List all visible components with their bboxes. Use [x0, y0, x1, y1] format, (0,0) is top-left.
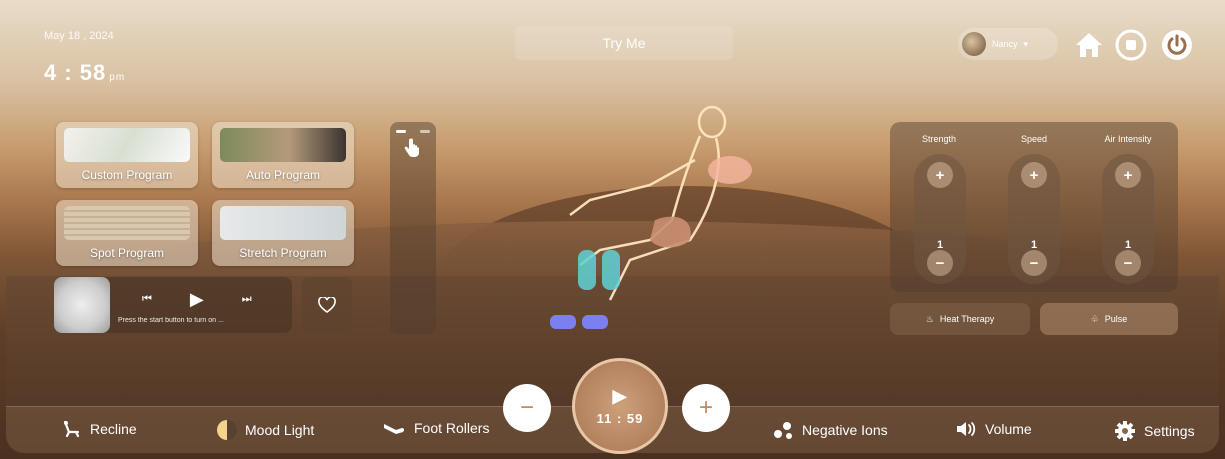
settings-label: Settings: [1144, 423, 1195, 439]
chevron-down-icon: ▾: [1023, 38, 1029, 49]
auto-program-label: Auto Program: [245, 168, 321, 182]
negative-ions-button[interactable]: Negative Ions: [772, 420, 888, 440]
pulse-label: Pulse: [1104, 314, 1128, 324]
auto-program-image: [220, 128, 346, 162]
slider-marker-left: [396, 130, 406, 133]
pulse-icon: ♧: [1090, 313, 1099, 324]
strength-increase-button[interactable]: +: [927, 162, 953, 188]
next-track-button[interactable]: ⏭: [242, 293, 252, 306]
user-selector[interactable]: Nancy ▾: [958, 28, 1058, 60]
heat-therapy-button[interactable]: ♨ Heat Therapy: [890, 303, 1030, 335]
mood-light-label: Mood Light: [245, 422, 315, 438]
spot-program-image: [64, 206, 190, 240]
clock-time: 4 : 58: [44, 60, 107, 85]
position-slider[interactable]: [390, 122, 436, 334]
player-status-text: Press the start button to turn on ...: [118, 317, 224, 324]
strength-control: + 1 −: [914, 154, 966, 284]
stop-icon: [1115, 29, 1147, 61]
mood-light-button[interactable]: Mood Light: [217, 420, 314, 440]
strength-decrease-button[interactable]: −: [927, 250, 953, 276]
album-art[interactable]: [54, 277, 110, 333]
air-intensity-decrease-button[interactable]: −: [1115, 250, 1141, 276]
custom-program-image: [64, 128, 190, 162]
heart-icon: [318, 297, 336, 313]
hand-pointer-icon: [404, 138, 419, 157]
stretch-program-image: [220, 206, 346, 240]
air-intensity-increase-button[interactable]: +: [1115, 162, 1141, 188]
body-figure-illustration: [550, 105, 752, 329]
volume-icon: [957, 422, 976, 436]
stretch-program-tile[interactable]: Stretch Program: [212, 200, 354, 266]
speed-header: Speed: [1020, 134, 1048, 144]
power-button[interactable]: [1160, 28, 1194, 62]
custom-program-label: Custom Program: [81, 168, 173, 182]
volume-label: Volume: [985, 421, 1032, 437]
auto-program-tile[interactable]: Auto Program: [212, 122, 354, 188]
stretch-program-label: Stretch Program: [239, 246, 327, 260]
date-label: May 18 , 2024: [44, 30, 114, 42]
recline-button[interactable]: Recline: [62, 420, 137, 438]
speed-increase-button[interactable]: +: [1021, 162, 1047, 188]
home-icon: [1076, 33, 1102, 57]
foot-rollers-label: Foot Rollers: [414, 420, 490, 436]
speed-control: + 1 −: [1008, 154, 1060, 284]
user-name: Nancy: [992, 39, 1018, 49]
recline-icon: [63, 420, 80, 438]
air-intensity-control: + 1 −: [1102, 154, 1154, 284]
heat-icon: ♨: [925, 313, 934, 324]
speed-decrease-button[interactable]: −: [1021, 250, 1047, 276]
moon-icon: [217, 420, 237, 440]
custom-program-tile[interactable]: Custom Program: [56, 122, 198, 188]
playback-controls: ⏮ ▶ ⏭: [142, 289, 252, 310]
timer-decrease-button[interactable]: −: [503, 384, 551, 432]
air-intensity-header: Air Intensity: [1104, 134, 1152, 144]
favorite-button[interactable]: [302, 277, 352, 333]
negative-ions-icon: [774, 422, 792, 439]
strength-header: Strength: [921, 134, 957, 144]
pulse-button[interactable]: ♧ Pulse: [1040, 303, 1178, 335]
timer-increase-button[interactable]: +: [682, 384, 730, 432]
gear-icon: [1115, 421, 1135, 441]
settings-button[interactable]: Settings: [1114, 420, 1195, 442]
home-button[interactable]: [1072, 28, 1106, 62]
music-player: ⏮ ▶ ⏭ Press the start button to turn on …: [54, 277, 292, 333]
clock-ampm: pm: [109, 72, 126, 83]
spot-program-label: Spot Program: [89, 246, 165, 260]
play-track-button[interactable]: ▶: [190, 289, 204, 310]
spot-program-tile[interactable]: Spot Program: [56, 200, 198, 266]
timer-value: 11 : 59: [596, 411, 644, 426]
clock: 4 : 58 pm: [44, 60, 125, 86]
try-me-button[interactable]: Try Me: [515, 26, 733, 60]
foot-icon: [384, 424, 405, 434]
volume-button[interactable]: Volume: [955, 420, 1032, 438]
power-icon: [1162, 30, 1192, 60]
negative-ions-label: Negative Ions: [802, 422, 888, 438]
foot-rollers-button[interactable]: Foot Rollers: [382, 420, 489, 436]
slider-marker-right: [420, 130, 430, 133]
intensity-panel: Strength Speed Air Intensity + 1 − + 1 −…: [890, 122, 1178, 292]
recline-label: Recline: [90, 421, 137, 437]
start-button[interactable]: ▶ 11 : 59: [572, 358, 668, 454]
previous-track-button[interactable]: ⏮: [142, 293, 152, 306]
stop-button[interactable]: [1114, 28, 1148, 62]
heat-therapy-label: Heat Therapy: [939, 314, 995, 324]
play-icon: ▶: [612, 386, 628, 406]
avatar: [962, 32, 986, 56]
